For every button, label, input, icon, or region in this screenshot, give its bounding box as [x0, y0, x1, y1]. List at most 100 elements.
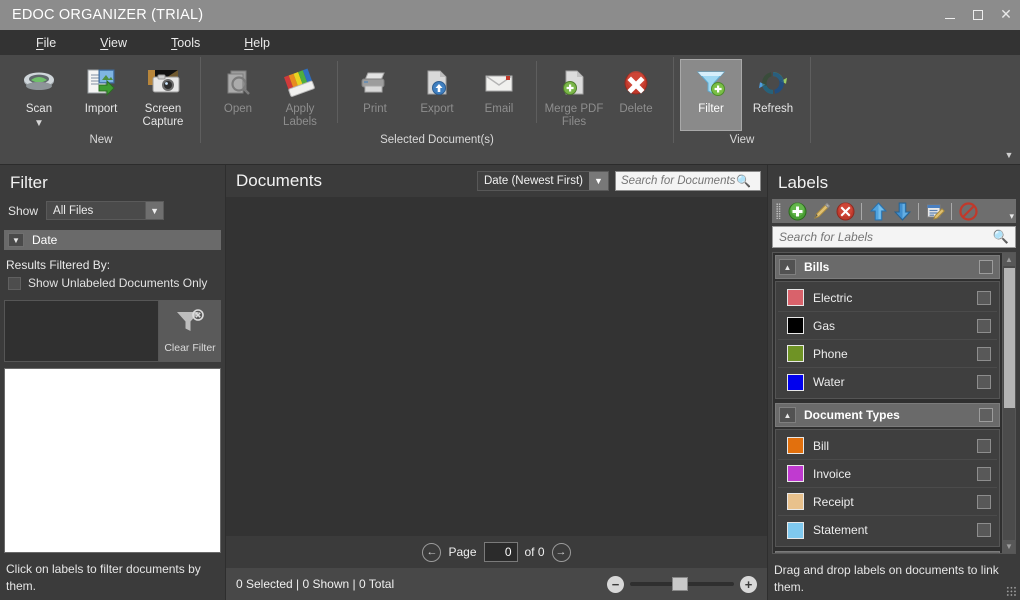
filter-label: Filter — [698, 103, 724, 115]
label-checkbox[interactable] — [977, 346, 991, 361]
label-color-swatch — [787, 521, 804, 539]
open-button[interactable]: Open — [207, 59, 269, 127]
labels-pane-title: Labels — [778, 173, 829, 192]
sort-order-select[interactable]: Date (Newest First) ▼ — [476, 171, 609, 191]
label-checkbox[interactable] — [977, 290, 991, 305]
list-item[interactable]: Gas — [778, 312, 997, 340]
delete-button[interactable]: Delete — [605, 59, 667, 127]
next-page-button[interactable]: → — [551, 542, 571, 562]
move-label-up-button[interactable] — [866, 200, 890, 222]
page-number-input[interactable] — [483, 542, 518, 562]
label-color-swatch — [787, 465, 804, 482]
page-total-label: of 0 — [524, 545, 545, 559]
show-unlabeled-only-row[interactable]: Show Unlabeled Documents Only — [0, 276, 225, 290]
list-item[interactable]: Statement — [778, 516, 997, 544]
active-filters-box[interactable] — [4, 300, 159, 362]
documents-list-area[interactable] — [226, 197, 767, 536]
menu-item-file[interactable]: FFileile — [14, 32, 78, 54]
screen-capture-button[interactable]: Screen Capture — [132, 59, 194, 130]
label-checkbox[interactable] — [977, 523, 991, 537]
label-color-swatch — [787, 373, 804, 391]
label-group-header-bills[interactable]: ▲ Bills — [775, 255, 1000, 279]
scroll-down-icon[interactable]: ▼ — [1003, 540, 1015, 553]
label-name: Statement — [813, 523, 868, 537]
clear-label-selection-button[interactable] — [956, 200, 980, 222]
import-document-icon — [85, 66, 117, 100]
zoom-out-icon[interactable]: − — [607, 575, 624, 593]
zoom-in-icon[interactable]: + — [740, 575, 757, 593]
labels-search-box[interactable]: 🔍 — [772, 226, 1016, 248]
search-icon[interactable]: 🔍 — [993, 229, 1015, 245]
labels-scrollbar[interactable]: ▲ ▼ — [1002, 253, 1015, 553]
list-item[interactable]: Invoice — [778, 460, 997, 488]
filter-button[interactable]: Filter — [680, 59, 742, 131]
show-unlabeled-only-checkbox[interactable] — [8, 276, 21, 290]
menu-item-view[interactable]: View — [78, 32, 149, 54]
label-checkbox[interactable] — [977, 375, 991, 389]
scroll-up-icon[interactable]: ▲ — [1003, 253, 1015, 266]
label-checkbox[interactable] — [977, 438, 991, 453]
move-label-down-button[interactable] — [890, 200, 914, 222]
label-name: Water — [813, 375, 845, 389]
minimize-button[interactable] — [936, 0, 964, 30]
export-button[interactable]: Export — [406, 59, 468, 127]
label-checkbox[interactable] — [977, 318, 991, 333]
label-properties-button[interactable] — [923, 200, 947, 222]
merge-pdf-files-button[interactable]: Merge PDF Files — [543, 59, 605, 130]
label-group-checkbox[interactable] — [979, 260, 993, 274]
list-item[interactable]: Receipt — [778, 488, 997, 516]
edit-properties-icon — [926, 204, 945, 220]
chevron-down-icon[interactable]: ▼ — [8, 233, 24, 247]
close-button[interactable]: ✕ — [992, 0, 1020, 30]
label-checkbox[interactable] — [977, 466, 991, 481]
list-item[interactable]: Water — [778, 368, 997, 396]
zoom-slider[interactable] — [630, 577, 734, 591]
list-item[interactable]: Bill — [778, 432, 997, 460]
filter-preview-area[interactable] — [4, 368, 221, 553]
list-item[interactable]: Phone — [778, 340, 997, 368]
edit-label-button[interactable] — [809, 200, 833, 222]
document-search-box[interactable]: 🔍 — [615, 171, 761, 191]
scan-button[interactable]: Scan ▼ — [8, 59, 70, 130]
search-icon[interactable]: 🔍 — [736, 174, 755, 188]
menu-item-tools[interactable]: Tools — [149, 32, 222, 54]
label-group-header-document-types[interactable]: ▲ Document Types — [775, 403, 1000, 427]
clear-filter-button[interactable]: Clear Filter — [159, 300, 221, 362]
list-item[interactable]: Electric — [778, 284, 997, 312]
show-unlabeled-only-label: Show Unlabeled Documents Only — [28, 276, 208, 290]
collapse-icon[interactable]: ▲ — [779, 407, 796, 423]
show-files-select[interactable]: All Files ▼ — [46, 201, 165, 220]
search-labels-input[interactable] — [773, 230, 993, 244]
ribbon-group-selected-documents: Open Apply Labels Print Export Email Mer… — [207, 55, 667, 151]
search-documents-input[interactable] — [616, 175, 736, 187]
collapse-icon[interactable]: ▲ — [779, 259, 796, 275]
date-filter-group[interactable]: ▼ Date — [4, 230, 221, 250]
menu-item-help[interactable]: Help — [222, 32, 292, 54]
label-group-checkbox[interactable] — [979, 408, 993, 422]
maximize-button[interactable] — [964, 0, 992, 30]
email-button[interactable]: Email — [468, 59, 530, 127]
previous-page-button[interactable]: ← — [422, 542, 442, 562]
import-button[interactable]: Import — [70, 59, 132, 127]
ribbon-separator-3 — [810, 57, 811, 143]
zoom-slider-thumb[interactable] — [672, 577, 688, 591]
toolbar-grip-icon[interactable] — [776, 203, 781, 219]
add-label-button[interactable] — [785, 200, 809, 222]
ribbon-separator-inner-1 — [337, 61, 338, 123]
delete-label-button[interactable] — [833, 200, 857, 222]
chevron-down-icon[interactable]: ▼ — [34, 118, 44, 129]
export-label: Export — [420, 103, 454, 115]
apply-labels-button[interactable]: Apply Labels — [269, 59, 331, 130]
print-button[interactable]: Print — [344, 59, 406, 127]
toolbar-overflow-icon[interactable]: ▾ — [1009, 211, 1014, 222]
label-checkbox[interactable] — [977, 494, 991, 509]
refresh-icon — [758, 66, 788, 100]
label-group-header-partial[interactable]: ▲ — [775, 551, 1000, 553]
add-green-plus-icon — [788, 202, 806, 220]
date-filter-label: Date — [32, 233, 58, 247]
ribbon-separator-1 — [200, 57, 201, 143]
refresh-button[interactable]: Refresh — [742, 59, 804, 127]
window-resize-grip[interactable] — [1006, 586, 1017, 597]
labels-scrollbar-thumb[interactable] — [1004, 268, 1015, 408]
ribbon-collapse-icon[interactable]: ▼ — [1002, 148, 1016, 162]
